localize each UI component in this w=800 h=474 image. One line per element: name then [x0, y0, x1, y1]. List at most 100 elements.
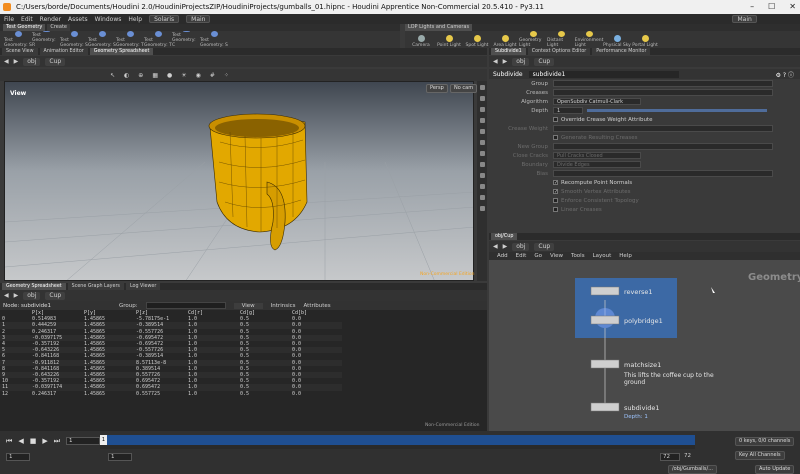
shelf-tab-create[interactable]: Create	[47, 24, 70, 31]
param-field[interactable]	[553, 89, 773, 96]
tab-animation-editor[interactable]: Animation Editor	[39, 48, 88, 55]
path-obj[interactable]: obj	[512, 57, 530, 66]
gear-icon[interactable]: ⚙ ? ⓘ	[776, 70, 794, 79]
shelf-tool[interactable]: Test Geometry: R	[32, 31, 60, 48]
depth-slider[interactable]	[587, 109, 767, 112]
param-checkbox[interactable]: ✓	[553, 189, 558, 195]
tab-network[interactable]: obj/Cup	[491, 233, 518, 240]
shelf-tool[interactable]: Distant Light	[547, 31, 575, 48]
param-field[interactable]	[553, 80, 773, 87]
menu-edit[interactable]: Edit	[21, 16, 33, 23]
menu-layout[interactable]: Layout	[593, 253, 612, 259]
param-field[interactable]: OpenSubdiv Catmull-Clark	[553, 98, 641, 105]
camera-menu[interactable]: No cam	[450, 84, 478, 93]
path-obj[interactable]: obj	[512, 242, 530, 251]
scene-viewport[interactable]	[4, 81, 474, 281]
shelf-tab-lop-lights[interactable]: LOP Lights and Cameras	[405, 24, 473, 31]
shelf-tool[interactable]: Point Light	[435, 31, 463, 48]
menu-help[interactable]: Help	[619, 253, 632, 259]
shelf-tool[interactable]: Test Geometry: T	[116, 31, 144, 48]
jump-end-icon[interactable]: ⏭	[54, 437, 60, 446]
menu-view[interactable]: View	[550, 253, 563, 259]
shelf-tool[interactable]: Test Geometry: C	[172, 31, 200, 48]
path-cup[interactable]: Cup	[534, 242, 555, 251]
grid-icon[interactable]: #	[210, 72, 215, 79]
param-checkbox[interactable]: ✓	[553, 180, 558, 186]
tab-scene-graph-layers[interactable]: Scene Graph Layers	[67, 283, 124, 290]
shelf-tool[interactable]: Test Geometry: S	[4, 31, 32, 48]
shelf-tool[interactable]: Spot Light	[463, 31, 491, 48]
snap-icon[interactable]: ⊕	[138, 72, 143, 79]
tab-performance-monitor[interactable]: Performance Monitor	[592, 48, 651, 55]
path-obj[interactable]: obj	[23, 57, 41, 66]
workspace-select[interactable]: Main	[186, 15, 211, 23]
close-icon[interactable]: ✕	[789, 0, 796, 14]
camera-toggle-icon[interactable]: ◉	[196, 72, 201, 79]
view-tool-icon[interactable]	[479, 107, 485, 112]
tab-geometry-spreadsheet[interactable]: Geometry Spreadsheet	[89, 48, 154, 55]
param-field[interactable]: Divide Edges	[553, 161, 641, 168]
path-cup[interactable]: Cup	[45, 291, 66, 300]
forward-arrow-icon[interactable]: ▶	[14, 292, 19, 299]
node-subdivide1[interactable]: subdivide1	[624, 404, 659, 412]
menu-edit[interactable]: Edit	[516, 253, 527, 259]
start-frame-field[interactable]: 1	[6, 453, 30, 461]
menu-add[interactable]: Add	[497, 253, 508, 259]
menu-file[interactable]: File	[4, 16, 14, 23]
wire-icon[interactable]: ▦	[152, 72, 158, 79]
view-tool-icon[interactable]	[479, 184, 485, 189]
param-field[interactable]: Pull Cracks Closed	[553, 152, 641, 159]
end-frame-field-2[interactable]: 72	[682, 453, 696, 461]
menu-tools[interactable]: Tools	[571, 253, 585, 259]
view-select[interactable]: View	[233, 302, 263, 309]
jump-start-icon[interactable]: ⏮	[6, 437, 12, 446]
shelf-tool[interactable]: Area Light	[491, 31, 519, 48]
persp-menu[interactable]: Persp	[426, 84, 448, 93]
back-arrow-icon[interactable]: ◀	[493, 243, 498, 250]
shelf-tool[interactable]: Test Geometry: S	[60, 31, 88, 48]
back-arrow-icon[interactable]: ◀	[493, 58, 498, 65]
auto-update-button[interactable]: Auto Update	[755, 465, 795, 474]
intrinsics-select[interactable]: Intrinsics	[271, 303, 296, 309]
view-tool-icon[interactable]	[479, 162, 485, 167]
menu-render[interactable]: Render	[40, 16, 61, 23]
shelf-tab-test-geometry[interactable]: Test Geometry	[3, 24, 46, 31]
viewport-label[interactable]: View	[10, 90, 26, 97]
stop-icon[interactable]: ■	[30, 437, 37, 446]
tab-scene-view[interactable]: Scene View	[2, 48, 38, 55]
display-icon[interactable]: ◐	[124, 72, 129, 79]
menu-assets[interactable]: Assets	[68, 16, 88, 23]
node-reverse1[interactable]: reverse1	[624, 288, 653, 296]
view-tool-icon[interactable]	[479, 118, 485, 123]
back-arrow-icon[interactable]: ◀	[4, 292, 9, 299]
forward-arrow-icon[interactable]: ▶	[503, 243, 508, 250]
tab-geometry-spreadsheet[interactable]: Geometry Spreadsheet	[2, 283, 66, 290]
back-arrow-icon[interactable]: ◀	[4, 58, 9, 65]
forward-arrow-icon[interactable]: ▶	[14, 58, 19, 65]
right-workspace-select[interactable]: Main	[732, 15, 757, 23]
param-field[interactable]	[553, 170, 773, 177]
view-tool-icon[interactable]	[479, 173, 485, 178]
param-field[interactable]	[553, 143, 773, 150]
maximize-icon[interactable]: ☐	[768, 0, 775, 14]
view-tool-icon[interactable]	[479, 96, 485, 101]
shade-icon[interactable]: ●	[167, 72, 172, 79]
path-obj[interactable]: obj	[23, 291, 41, 300]
param-field[interactable]	[553, 125, 773, 132]
view-tool-icon[interactable]	[479, 206, 485, 211]
menu-help[interactable]: Help	[128, 16, 142, 23]
view-tool-icon[interactable]	[479, 85, 485, 90]
param-field[interactable]: 1	[553, 107, 583, 114]
group-field[interactable]	[145, 302, 226, 309]
shelf-tool[interactable]: Physical Sky	[603, 31, 631, 48]
menu-go[interactable]: Go	[534, 253, 542, 259]
view-tool-icon[interactable]	[479, 151, 485, 156]
play-icon[interactable]: ▶	[42, 437, 47, 446]
table-row[interactable]: 12 0.246317 1.45865 0.557725 1.0 0.5 0.0	[0, 391, 342, 397]
tab-log-viewer[interactable]: Log Viewer	[125, 283, 161, 290]
shelf-tool[interactable]: Test Geometry: T	[144, 31, 172, 48]
shelf-tool[interactable]: Camera	[407, 31, 435, 48]
menu-windows[interactable]: Windows	[95, 16, 122, 23]
select-icon[interactable]: ↖	[110, 72, 115, 79]
tab-subdivide1[interactable]: Subdivide1	[491, 48, 526, 55]
